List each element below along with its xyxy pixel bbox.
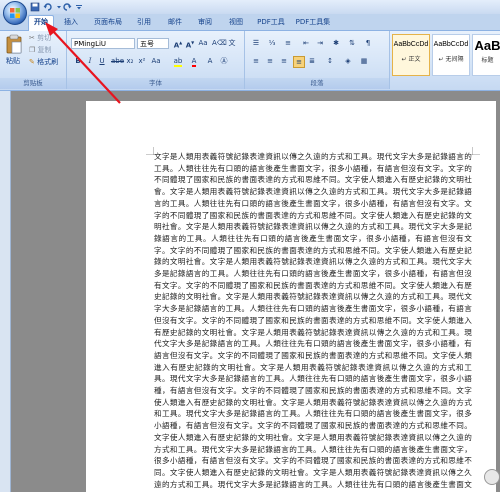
- style-normal[interactable]: AaBbCcDd ↵ 正文: [392, 34, 430, 76]
- chinese-layout-icon[interactable]: ✱: [331, 38, 341, 48]
- tab-mailings[interactable]: 邮件: [163, 16, 187, 29]
- office-button-icon: [10, 8, 20, 18]
- clipboard-group-label: 剪贴板: [0, 78, 66, 89]
- superscript-icon[interactable]: x²: [137, 56, 147, 66]
- tab-review[interactable]: 审阅: [193, 16, 217, 29]
- numbering-icon[interactable]: ⅓: [267, 38, 277, 48]
- tab-pdf-tools[interactable]: PDF工具: [254, 16, 288, 29]
- margin-mark-top-right: [472, 147, 480, 155]
- style-normal-name: ↵ 正文: [401, 56, 421, 63]
- shading-icon[interactable]: ◈: [343, 56, 353, 66]
- style-heading-name: 标题: [481, 57, 494, 64]
- copy-icon: ❐: [29, 46, 36, 54]
- sort-icon[interactable]: ⇅: [347, 38, 357, 48]
- show-marks-icon[interactable]: ¶: [363, 38, 373, 48]
- office-button[interactable]: [3, 1, 27, 25]
- paragraph-group: ☰ ⅓ ≡ ⇤ ⇥ ✱ ⇅ ¶ ≡ ≡ ≡ ≡ ≣ ↕ ◈ ▦ 段落: [245, 31, 390, 89]
- vertical-ruler: [0, 91, 11, 492]
- format-painter-label: 格式刷: [37, 58, 59, 66]
- style-no-spacing-sample: AaBbCcDd: [433, 41, 469, 48]
- underline-icon[interactable]: U: [97, 56, 107, 66]
- shrink-font-icon[interactable]: A▼: [185, 38, 195, 49]
- copy-button[interactable]: ❐ 复制: [29, 45, 52, 56]
- ribbon-tab-bar: 开始 插入 页面布局 引用 邮件 审阅 视图 PDF工具 PDF工具集: [0, 14, 500, 31]
- align-right-icon[interactable]: ≡: [279, 56, 289, 66]
- align-center-icon[interactable]: ≡: [265, 56, 275, 66]
- change-case-icon[interactable]: Aa: [198, 38, 208, 48]
- line-spacing-icon[interactable]: ↕: [325, 56, 335, 66]
- format-painter-button[interactable]: ✎ 格式刷: [29, 57, 58, 68]
- title-bar: [0, 0, 500, 14]
- styles-group: AaBbCcDd ↵ 正文 AaBbCcDd ↵ 无间隔 AaB 标题: [390, 31, 500, 89]
- text-effects-icon[interactable]: Aa: [151, 56, 161, 66]
- style-no-spacing-name: ↵ 无间隔: [438, 56, 464, 63]
- redo-icon[interactable]: [62, 2, 72, 12]
- customize-dropdown-icon[interactable]: [74, 2, 84, 12]
- document-body-text[interactable]: 文字是人類用表義符號記錄表達資訊以傳之久遠的方式和工具。現代文字大多是記錄語言的…: [154, 151, 472, 491]
- style-normal-sample: AaBbCcDd: [393, 41, 429, 48]
- brush-icon: ✎: [29, 58, 35, 66]
- align-left-icon[interactable]: ≡: [251, 56, 261, 66]
- paragraph-group-label: 段落: [245, 78, 389, 89]
- italic-icon[interactable]: I: [85, 56, 95, 66]
- margin-mark-top-left: [146, 147, 154, 155]
- multilevel-list-icon[interactable]: ≡: [283, 38, 293, 48]
- style-no-spacing[interactable]: AaBbCcDd ↵ 无间隔: [432, 34, 470, 76]
- copy-label: 复制: [37, 46, 52, 54]
- tab-pdf-toolset[interactable]: PDF工具集: [293, 16, 333, 29]
- font-group-label: 字体: [67, 78, 244, 89]
- distributed-icon[interactable]: ≣: [307, 56, 317, 66]
- scissors-icon: ✂: [29, 34, 35, 42]
- char-shading-icon[interactable]: A: [205, 56, 215, 66]
- style-heading[interactable]: AaB 标题: [472, 34, 500, 76]
- char-border-icon[interactable]: Ⓐ: [219, 56, 229, 66]
- paste-icon: [6, 34, 22, 54]
- style-heading-sample: AaB: [474, 38, 500, 53]
- font-name-value: PMingLiU: [74, 40, 107, 48]
- phonetic-guide-icon[interactable]: 文: [227, 38, 237, 48]
- decrease-indent-icon[interactable]: ⇤: [301, 38, 311, 48]
- cut-label: 剪切: [37, 34, 52, 42]
- undo-icon[interactable]: [43, 2, 53, 12]
- clipboard-group: 粘贴 ✂ 剪切 ❐ 复制 ✎ 格式刷 剪贴板: [0, 31, 67, 89]
- highlight-icon[interactable]: ab: [173, 56, 183, 67]
- grow-font-icon[interactable]: A▲: [173, 38, 183, 49]
- paste-label: 粘贴: [6, 57, 20, 65]
- strikethrough-icon[interactable]: abe: [111, 56, 124, 66]
- font-size-value: 五号: [140, 40, 154, 48]
- tab-insert[interactable]: 插入: [58, 16, 84, 29]
- bullets-icon[interactable]: ☰: [251, 38, 261, 48]
- cut-button[interactable]: ✂ 剪切: [29, 33, 51, 44]
- tab-view[interactable]: 视图: [224, 16, 248, 29]
- borders-icon[interactable]: ▦: [359, 56, 369, 66]
- increase-indent-icon[interactable]: ⇥: [315, 38, 325, 48]
- tab-page-layout[interactable]: 页面布局: [89, 16, 127, 29]
- font-name-box[interactable]: PMingLiU: [71, 38, 135, 49]
- ribbon: 粘贴 ✂ 剪切 ❐ 复制 ✎ 格式刷 剪贴板 PMingLiU 五号 A▲ A▼…: [0, 31, 500, 91]
- font-color-icon[interactable]: A: [189, 56, 199, 67]
- scroll-button[interactable]: [484, 469, 500, 485]
- font-group: PMingLiU 五号 A▲ A▼ Aa A⌫ 文 B I U abe x₂ x…: [67, 31, 245, 89]
- tab-home[interactable]: 开始: [28, 15, 54, 31]
- font-size-box[interactable]: 五号: [137, 38, 169, 49]
- subscript-icon[interactable]: x₂: [125, 56, 135, 66]
- bold-icon[interactable]: B: [73, 56, 83, 66]
- tab-references[interactable]: 引用: [132, 16, 156, 29]
- save-icon[interactable]: [30, 2, 40, 12]
- clear-formatting-icon[interactable]: A⌫: [212, 38, 227, 48]
- paste-button[interactable]: 粘贴: [3, 33, 25, 69]
- justify-icon[interactable]: ≡: [293, 56, 305, 68]
